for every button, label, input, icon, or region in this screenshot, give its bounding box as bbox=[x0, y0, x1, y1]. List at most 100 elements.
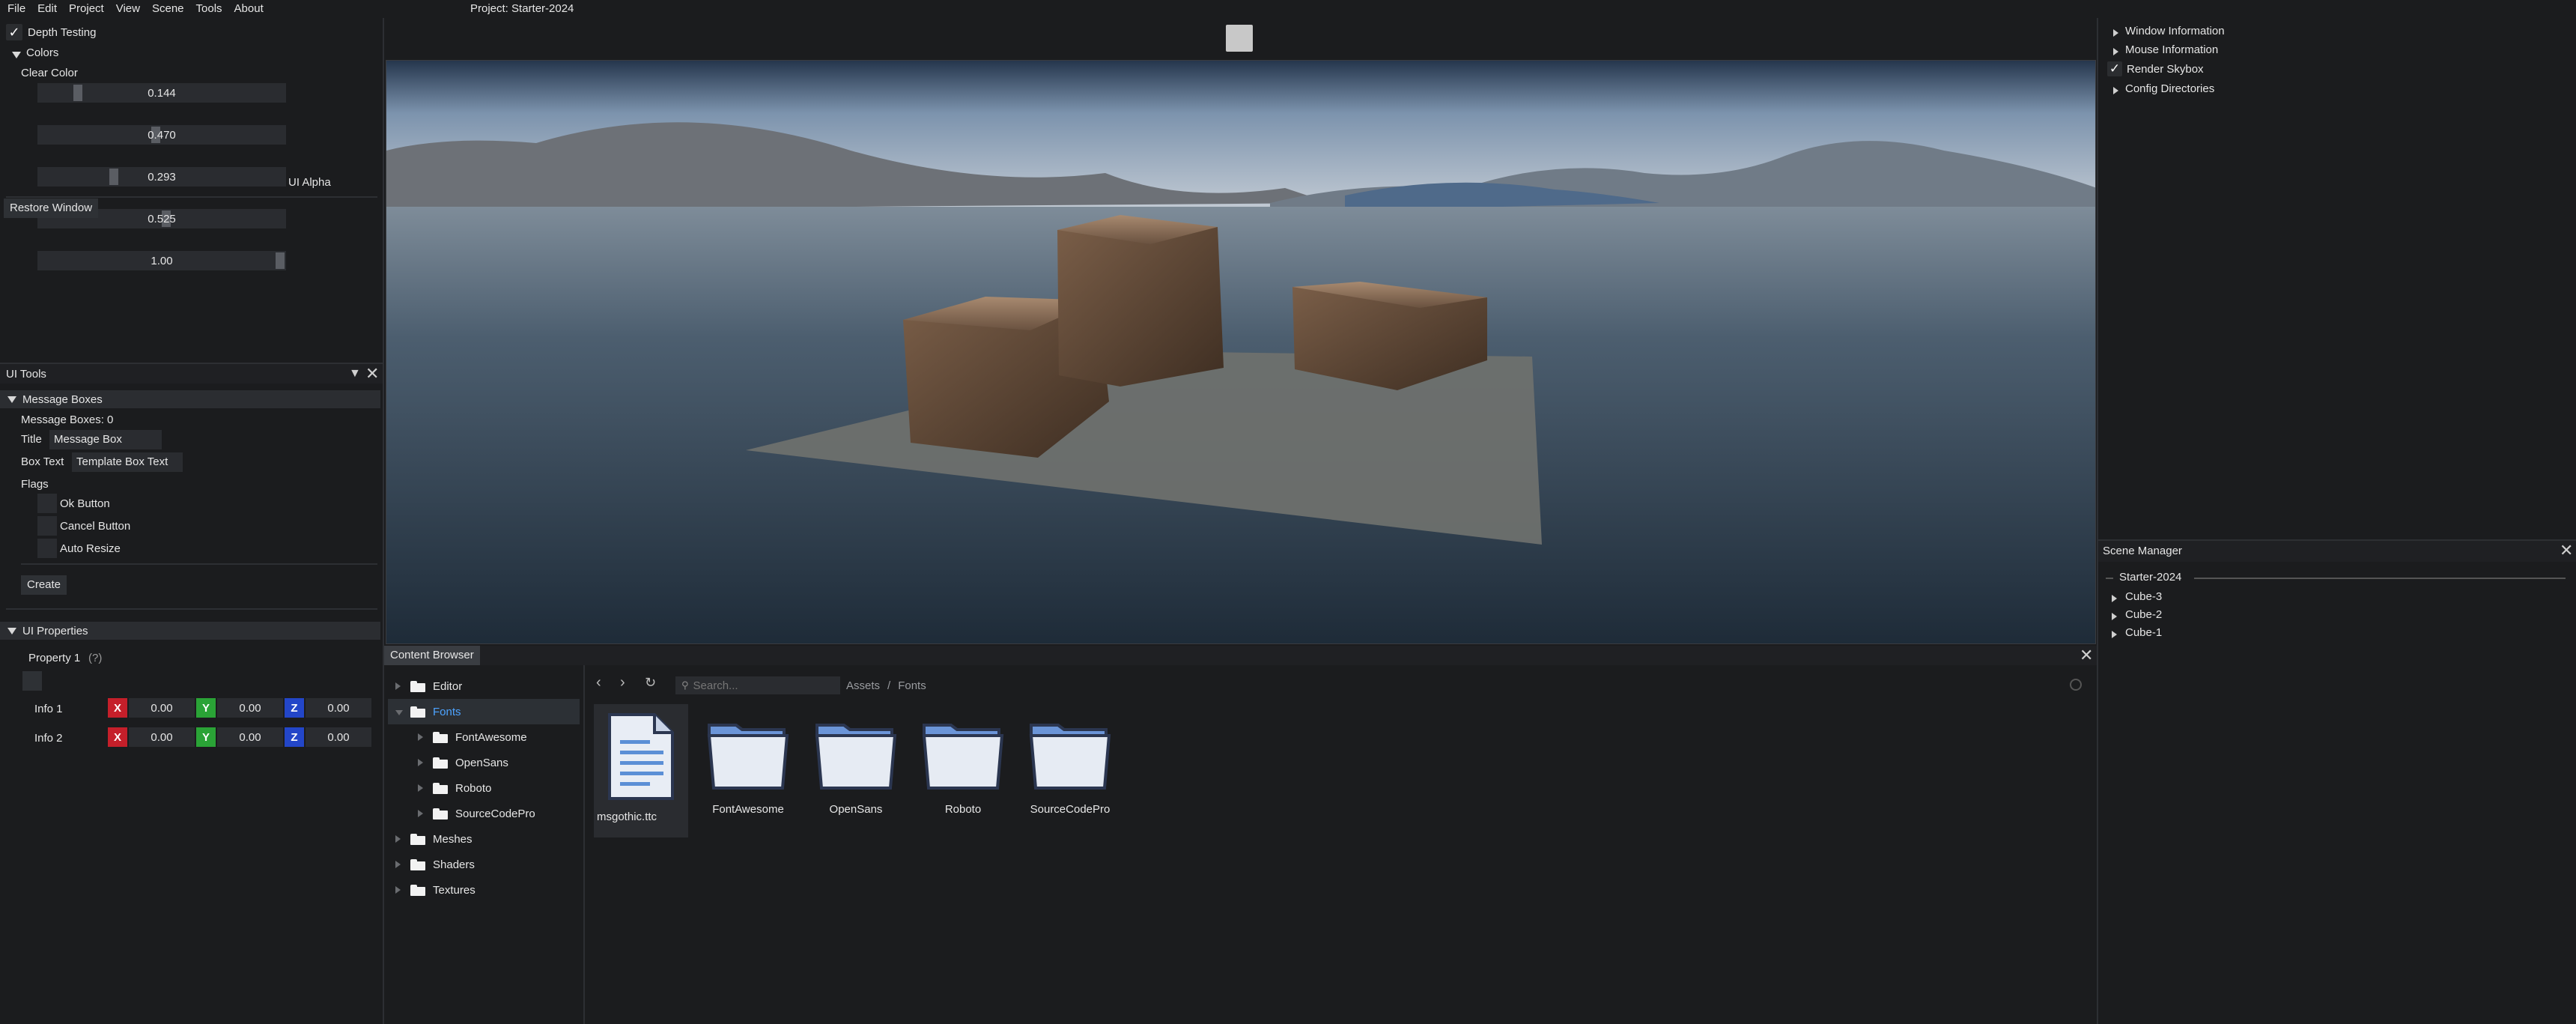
clear-color-b-slider[interactable]: 0.293 bbox=[37, 167, 286, 187]
create-button[interactable]: Create bbox=[21, 575, 67, 595]
cancel-button-checkbox[interactable] bbox=[37, 516, 57, 536]
search-input[interactable] bbox=[693, 679, 828, 692]
info1-x-field[interactable]: 0.00 bbox=[129, 698, 195, 718]
tree-item-roboto[interactable]: Roboto bbox=[388, 775, 580, 801]
config-directories-item[interactable]: Config Directories bbox=[2125, 82, 2214, 95]
colors-collapse-icon[interactable] bbox=[12, 49, 21, 61]
asset-file-msgothic[interactable]: msgothic.ttc bbox=[594, 704, 688, 837]
tree-item-sourcecodepro[interactable]: SourceCodePro bbox=[388, 801, 580, 826]
tree-item-meshes[interactable]: Meshes bbox=[388, 826, 580, 852]
auto-resize-flag-label: Auto Resize bbox=[60, 542, 121, 555]
clear-color-g-slider[interactable]: 0.470 bbox=[37, 125, 286, 145]
folder-icon bbox=[707, 724, 789, 790]
asset-folder-roboto[interactable]: Roboto bbox=[916, 704, 1010, 816]
right-panel-divider[interactable] bbox=[2097, 18, 2098, 1024]
separator bbox=[6, 608, 377, 610]
menu-project[interactable]: Project bbox=[63, 0, 110, 18]
left-panel-divider[interactable] bbox=[383, 18, 384, 1024]
mouse-information-item[interactable]: Mouse Information bbox=[2125, 43, 2218, 56]
depth-testing-row: ✓ bbox=[6, 24, 22, 40]
axis-x-label: X bbox=[108, 727, 127, 747]
asset-label: Roboto bbox=[944, 803, 982, 816]
info2-z-field[interactable]: 0.00 bbox=[306, 727, 371, 747]
folder-icon bbox=[410, 858, 425, 870]
play-button[interactable] bbox=[1226, 25, 1253, 52]
settings-icon[interactable] bbox=[2070, 679, 2082, 691]
scene-render bbox=[386, 61, 2095, 643]
info2-y-field[interactable]: 0.00 bbox=[217, 727, 283, 747]
property1-checkbox[interactable] bbox=[22, 671, 42, 691]
render-skybox-checkbox[interactable]: ✓ bbox=[2107, 61, 2122, 76]
content-browser-titlebar: Content Browser ✕ bbox=[384, 646, 2097, 665]
box-text-input[interactable]: Template Box Text bbox=[72, 452, 183, 472]
info1-y-field[interactable]: 0.00 bbox=[217, 698, 283, 718]
asset-label: msgothic.ttc bbox=[597, 811, 657, 823]
asset-folder-sourcecodepro[interactable]: SourceCodePro bbox=[1023, 704, 1117, 816]
content-browser-tab[interactable]: Content Browser bbox=[384, 646, 480, 665]
menu-scene[interactable]: Scene bbox=[146, 0, 190, 18]
entity-cube-1[interactable]: Cube-1 bbox=[2125, 626, 2162, 639]
entity-arrow[interactable] bbox=[2112, 628, 2117, 641]
clear-color-r-slider[interactable]: 0.144 bbox=[37, 83, 286, 103]
close-icon[interactable]: ✕ bbox=[365, 364, 379, 384]
ui-tools-titlebar: UI Tools ▼ ✕ bbox=[0, 364, 383, 384]
close-icon[interactable]: ✕ bbox=[2560, 541, 2573, 560]
tree-item-fonts[interactable]: Fonts bbox=[388, 699, 580, 724]
scene-name-label: Starter-2024 bbox=[2119, 571, 2182, 584]
breadcrumb-assets[interactable]: Assets bbox=[846, 679, 880, 692]
colors-header[interactable]: Colors bbox=[26, 46, 58, 59]
breadcrumb-fonts[interactable]: Fonts bbox=[898, 679, 926, 692]
info2-x-field[interactable]: 0.00 bbox=[129, 727, 195, 747]
back-icon[interactable]: ‹ bbox=[596, 674, 601, 691]
depth-testing-checkbox[interactable]: ✓ bbox=[6, 24, 22, 40]
menu-tools[interactable]: Tools bbox=[190, 0, 228, 18]
config-directories-arrow[interactable] bbox=[2113, 85, 2118, 97]
title-input[interactable]: Message Box bbox=[49, 430, 162, 449]
axis-x-label: X bbox=[108, 698, 127, 718]
forward-icon[interactable]: › bbox=[620, 674, 625, 691]
tree-item-shaders[interactable]: Shaders bbox=[388, 852, 580, 877]
info1-vector: X 0.00 Y 0.00 Z 0.00 bbox=[108, 698, 371, 718]
entity-arrow[interactable] bbox=[2112, 611, 2117, 623]
entity-arrow[interactable] bbox=[2112, 593, 2117, 605]
tree-item-textures[interactable]: Textures bbox=[388, 877, 580, 903]
info1-z-field[interactable]: 0.00 bbox=[306, 698, 371, 718]
window-information-item[interactable]: Window Information bbox=[2125, 25, 2225, 37]
asset-label: FontAwesome bbox=[712, 803, 784, 816]
menu-view[interactable]: View bbox=[110, 0, 146, 18]
cancel-button-flag-label: Cancel Button bbox=[60, 520, 131, 533]
axis-y-label: Y bbox=[196, 727, 216, 747]
ui-alpha-label: UI Alpha bbox=[288, 176, 331, 189]
folder-icon bbox=[433, 782, 448, 794]
panel-menu-icon[interactable]: ▼ bbox=[349, 367, 361, 381]
asset-folder-fontawesome[interactable]: FontAwesome bbox=[701, 704, 795, 816]
help-marker[interactable]: (?) bbox=[88, 652, 102, 664]
tree-item-opensans[interactable]: OpenSans bbox=[388, 750, 580, 775]
message-boxes-header[interactable]: Message Boxes bbox=[0, 390, 380, 408]
menu-file[interactable]: File bbox=[0, 0, 31, 18]
close-icon[interactable]: ✕ bbox=[2080, 646, 2093, 665]
folder-icon bbox=[433, 808, 448, 819]
mouse-information-arrow[interactable] bbox=[2113, 46, 2118, 58]
info2-label: Info 2 bbox=[34, 732, 63, 745]
window-information-arrow[interactable] bbox=[2113, 27, 2118, 40]
ui-properties-header[interactable]: UI Properties bbox=[0, 622, 380, 640]
ui-alpha-slider[interactable]: 1.00 bbox=[37, 251, 286, 270]
separator bbox=[6, 196, 377, 198]
restore-window-button[interactable]: Restore Window bbox=[4, 199, 99, 218]
content-browser-tree-divider[interactable] bbox=[583, 665, 585, 1024]
search-icon: ⚲ bbox=[681, 679, 689, 691]
tree-item-fontawesome[interactable]: FontAwesome bbox=[388, 724, 580, 750]
entity-cube-2[interactable]: Cube-2 bbox=[2125, 608, 2162, 621]
menu-about[interactable]: About bbox=[228, 0, 270, 18]
asset-folder-opensans[interactable]: OpenSans bbox=[809, 704, 903, 816]
search-box[interactable]: ⚲ bbox=[675, 676, 840, 694]
menu-edit[interactable]: Edit bbox=[31, 0, 63, 18]
clear-color-label: Clear Color bbox=[21, 67, 78, 79]
scene-viewport[interactable] bbox=[386, 60, 2096, 644]
auto-resize-checkbox[interactable] bbox=[37, 539, 57, 558]
tree-item-editor[interactable]: Editor bbox=[388, 673, 580, 699]
ok-button-checkbox[interactable] bbox=[37, 494, 57, 513]
entity-cube-3[interactable]: Cube-3 bbox=[2125, 590, 2162, 603]
refresh-icon[interactable]: ↻ bbox=[645, 675, 656, 691]
